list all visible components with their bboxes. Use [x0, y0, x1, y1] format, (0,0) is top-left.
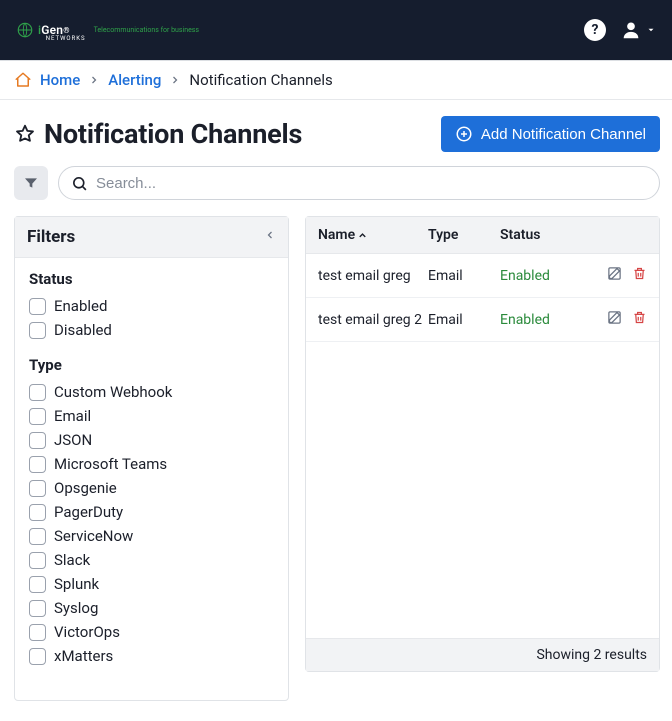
filter-option-label: ServiceNow: [54, 527, 133, 545]
cell-name: test email greg 2: [318, 312, 428, 328]
filter-option[interactable]: Custom Webhook: [29, 380, 274, 404]
search-icon: [71, 175, 88, 192]
filter-option-label: VictorOps: [54, 623, 120, 641]
table-footer: Showing 2 results: [306, 638, 659, 671]
delete-icon[interactable]: [632, 266, 647, 285]
checkbox-icon[interactable]: [29, 456, 46, 473]
caret-down-icon: [646, 25, 656, 35]
filter-option-label: JSON: [54, 431, 92, 449]
globe-icon: [16, 21, 34, 39]
filter-option[interactable]: Slack: [29, 548, 274, 572]
checkbox-icon[interactable]: [29, 600, 46, 617]
checkbox-icon[interactable]: [29, 384, 46, 401]
collapse-filters-icon[interactable]: [264, 229, 276, 245]
filter-group: Type Custom Webhook Email JSON Microsoft Tea…: [29, 356, 274, 668]
filter-option[interactable]: Disabled: [29, 318, 274, 342]
cell-type: Email: [428, 312, 500, 328]
user-icon: [620, 19, 642, 41]
help-icon[interactable]: ?: [584, 19, 606, 41]
cell-status: Enabled: [500, 312, 592, 328]
filter-option-label: Syslog: [54, 599, 98, 617]
checkbox-icon[interactable]: [29, 552, 46, 569]
filter-toggle-button[interactable]: [14, 166, 48, 200]
filter-option[interactable]: VictorOps: [29, 620, 274, 644]
filter-option[interactable]: Splunk: [29, 572, 274, 596]
edit-icon[interactable]: [607, 266, 622, 285]
page-title: Notification Channels: [44, 118, 302, 150]
brand-tagline: Telecommunications for business: [94, 26, 199, 34]
brand-sub: NETWORKS: [46, 35, 86, 42]
breadcrumb-home[interactable]: Home: [40, 71, 80, 89]
filter-option[interactable]: JSON: [29, 428, 274, 452]
checkbox-icon[interactable]: [29, 322, 46, 339]
filter-option[interactable]: Opsgenie: [29, 476, 274, 500]
breadcrumb-current: Notification Channels: [189, 71, 332, 89]
filter-option[interactable]: Enabled: [29, 294, 274, 318]
filter-option-label: PagerDuty: [54, 503, 123, 521]
delete-icon[interactable]: [632, 310, 647, 329]
filter-option-label: Disabled: [54, 321, 112, 339]
filter-option[interactable]: ServiceNow: [29, 524, 274, 548]
filter-option-label: Splunk: [54, 575, 99, 593]
results-table: Name Type Status test email gregEmailEna…: [305, 216, 660, 672]
filter-option-label: Custom Webhook: [54, 383, 172, 401]
search-field[interactable]: [58, 166, 660, 200]
table-row[interactable]: test email gregEmailEnabled: [306, 254, 659, 298]
breadcrumb-alerting[interactable]: Alerting: [108, 71, 161, 89]
add-notification-channel-button[interactable]: Add Notification Channel: [441, 116, 660, 152]
cell-name: test email greg: [318, 268, 428, 284]
filter-option-label: xMatters: [54, 647, 113, 665]
checkbox-icon[interactable]: [29, 624, 46, 641]
filter-option-label: Microsoft Teams: [54, 455, 167, 473]
filter-option-label: Enabled: [54, 297, 107, 315]
checkbox-icon[interactable]: [29, 480, 46, 497]
checkbox-icon[interactable]: [29, 504, 46, 521]
column-header-type[interactable]: Type: [428, 227, 500, 243]
cell-type: Email: [428, 268, 500, 284]
page-header: Notification Channels Add Notification C…: [14, 116, 660, 152]
checkbox-icon[interactable]: [29, 408, 46, 425]
filter-group: Status Enabled Disabled: [29, 270, 274, 342]
column-header-name[interactable]: Name: [318, 227, 428, 243]
filter-option[interactable]: Email: [29, 404, 274, 428]
cell-status: Enabled: [500, 268, 592, 284]
topbar: i Gen ® NETWORKS Telecommunications for …: [0, 0, 672, 60]
checkbox-icon[interactable]: [29, 648, 46, 665]
breadcrumb: Home Alerting Notification Channels: [0, 60, 672, 100]
filters-title: Filters: [27, 227, 75, 247]
table-row[interactable]: test email greg 2EmailEnabled: [306, 298, 659, 342]
edit-icon[interactable]: [607, 310, 622, 329]
column-header-status[interactable]: Status: [500, 227, 592, 243]
brand: i Gen ® NETWORKS Telecommunications for …: [16, 19, 199, 42]
filter-option-label: Opsgenie: [54, 479, 117, 497]
table-header: Name Type Status: [306, 217, 659, 254]
checkbox-icon[interactable]: [29, 528, 46, 545]
chevron-right-icon: [88, 74, 100, 86]
filter-option[interactable]: Microsoft Teams: [29, 452, 274, 476]
checkbox-icon[interactable]: [29, 432, 46, 449]
home-icon[interactable]: [14, 71, 32, 89]
filters-panel: Filters Status Enabled Disabled Type Custom …: [14, 216, 289, 701]
filter-option[interactable]: xMatters: [29, 644, 274, 668]
filter-option[interactable]: PagerDuty: [29, 500, 274, 524]
chevron-right-icon: [169, 74, 181, 86]
filter-option-label: Email: [54, 407, 91, 425]
plus-circle-icon: [455, 125, 473, 143]
filter-option-label: Slack: [54, 551, 90, 569]
star-icon[interactable]: [14, 123, 36, 145]
user-menu[interactable]: [620, 19, 656, 41]
filter-icon: [23, 175, 39, 191]
search-input[interactable]: [96, 175, 647, 192]
filter-group-label: Status: [29, 270, 274, 288]
checkbox-icon[interactable]: [29, 298, 46, 315]
checkbox-icon[interactable]: [29, 576, 46, 593]
filter-group-label: Type: [29, 356, 274, 374]
filter-option[interactable]: Syslog: [29, 596, 274, 620]
sort-asc-icon: [357, 230, 368, 241]
